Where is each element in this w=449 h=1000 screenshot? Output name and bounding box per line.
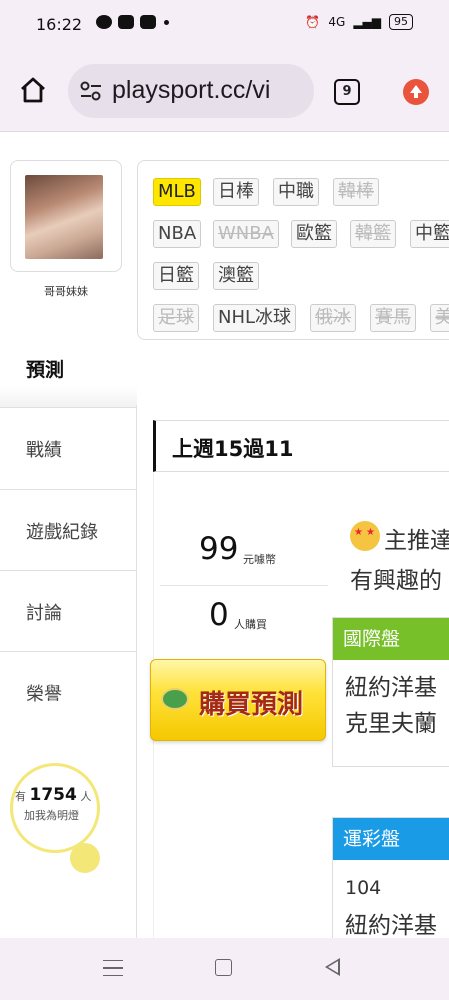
interest-text: 有興趣的 bbox=[350, 568, 442, 594]
record-title: 上週15過11 bbox=[172, 437, 294, 461]
browser-toolbar: playsport.cc/vi 9 bbox=[0, 50, 449, 132]
sidebar-item-predict[interactable]: 預測 bbox=[0, 323, 137, 413]
battery-indicator: 95 bbox=[389, 14, 413, 30]
price-amount: 99 bbox=[199, 531, 239, 567]
buy-prediction-button[interactable]: 購買預測 bbox=[150, 659, 326, 741]
system-navigation-bar bbox=[0, 938, 449, 1000]
follower-count: 有 1754 人 bbox=[15, 785, 91, 805]
home-nav-icon[interactable] bbox=[215, 959, 232, 976]
profile-name: 哥哥妹妹 bbox=[44, 285, 88, 298]
star-eyes-emoji-icon bbox=[350, 521, 380, 551]
team-line: 克里夫蘭 bbox=[345, 711, 437, 737]
alarm-icon: ⏰ bbox=[305, 15, 321, 29]
tag-nhl[interactable]: NHL冰球 bbox=[213, 304, 297, 332]
back-icon[interactable] bbox=[325, 958, 340, 976]
buyer-unit: 人購買 bbox=[234, 618, 267, 631]
page-content: 哥哥妹妹 預測 戰績 遊戲紀錄 討論 榮譽 有 1754 人 加我為明燈 MLB… bbox=[0, 133, 449, 938]
youtube-icon bbox=[140, 15, 156, 29]
sidebar-item-discussion[interactable]: 討論 bbox=[0, 570, 137, 652]
sidebar-divider bbox=[136, 405, 137, 938]
status-bar: 16:22 ⏰ 4G ▂▄▆ 95 bbox=[0, 0, 449, 50]
sidebar-item-honor[interactable]: 榮譽 bbox=[0, 651, 137, 733]
sidebar-item-label: 榮譽 bbox=[26, 684, 62, 705]
home-icon[interactable] bbox=[18, 75, 48, 105]
system-status: ⏰ 4G ▂▄▆ 95 bbox=[305, 14, 413, 30]
url-text: playsport.cc/vi bbox=[112, 76, 271, 104]
sports-tags-panel: MLB 日棒 中職 韓棒 NBA WNBA 歐籃 韓籃 中籃 日籃 澳籃 足球 … bbox=[137, 160, 449, 340]
tag-kbo[interactable]: 韓棒 bbox=[333, 178, 379, 206]
signal-icon: ▂▄▆ bbox=[353, 15, 381, 29]
section-title: 運彩盤 bbox=[333, 818, 449, 860]
tag-cpbl[interactable]: 中職 bbox=[273, 178, 319, 206]
sidebar-item-label: 預測 bbox=[26, 359, 65, 381]
tag-nba[interactable]: NBA bbox=[153, 220, 202, 248]
follower-prefix: 有 bbox=[15, 790, 26, 803]
tag-australia-basketball[interactable]: 澳籃 bbox=[213, 262, 259, 290]
tag-mlb[interactable]: MLB bbox=[153, 178, 201, 206]
update-icon[interactable] bbox=[403, 79, 429, 105]
youtube-icon bbox=[118, 15, 134, 29]
sidebar-item-game-log[interactable]: 遊戲紀錄 bbox=[0, 489, 137, 571]
buyer-count: 0 bbox=[209, 597, 229, 633]
tag-horse-racing[interactable]: 賽馬 bbox=[370, 304, 416, 332]
tag-japan-basketball[interactable]: 日籃 bbox=[153, 262, 199, 290]
signal-label: 4G bbox=[328, 15, 346, 29]
international-odds-section: 國際盤 紐約洋基 克里夫蘭 bbox=[332, 617, 449, 767]
recents-icon[interactable] bbox=[103, 960, 123, 976]
profile-card[interactable] bbox=[10, 160, 122, 272]
status-time: 16:22 bbox=[36, 15, 83, 34]
lottery-odds-section: 運彩盤 104 紐約洋基 bbox=[332, 817, 449, 938]
site-settings-icon[interactable] bbox=[80, 81, 102, 101]
main-pick-text: 主推達 bbox=[384, 528, 449, 554]
tag-npb[interactable]: 日棒 bbox=[213, 178, 259, 206]
tag-korea-basketball[interactable]: 韓籃 bbox=[350, 220, 396, 248]
sidebar-item-label: 遊戲紀錄 bbox=[26, 522, 98, 543]
follower-number: 1754 bbox=[29, 785, 77, 805]
line-app-icon bbox=[96, 15, 112, 29]
tab-switcher-button[interactable]: 9 bbox=[334, 79, 360, 105]
tag-more[interactable]: 美 bbox=[430, 304, 449, 332]
team-line: 紐約洋基 bbox=[345, 675, 437, 701]
game-number: 104 bbox=[345, 877, 382, 899]
section-title: 國際盤 bbox=[333, 618, 449, 660]
address-bar[interactable]: playsport.cc/vi bbox=[68, 64, 314, 118]
tag-russia-hockey[interactable]: 俄冰 bbox=[310, 304, 356, 332]
tag-wnba[interactable]: WNBA bbox=[213, 220, 279, 248]
coin-icon bbox=[161, 688, 189, 710]
more-notifications-icon bbox=[164, 19, 169, 25]
sidebar-item-label: 戰績 bbox=[26, 440, 62, 461]
sidebar-item-record[interactable]: 戰績 bbox=[0, 407, 137, 489]
team-line: 紐約洋基 bbox=[345, 913, 437, 938]
price-unit: 元噱幣 bbox=[243, 553, 276, 566]
avatar bbox=[25, 175, 103, 259]
notification-icons bbox=[96, 15, 169, 29]
follower-suffix: 人 bbox=[80, 790, 92, 803]
divider bbox=[160, 585, 328, 586]
sidebar-item-label: 討論 bbox=[26, 603, 62, 624]
follow-label: 加我為明燈 bbox=[24, 809, 79, 822]
tag-soccer[interactable]: 足球 bbox=[153, 304, 199, 332]
tag-euro-basketball[interactable]: 歐籃 bbox=[291, 220, 337, 248]
record-header: 上週15過11 bbox=[153, 420, 449, 472]
tag-china-basketball[interactable]: 中籃 bbox=[410, 220, 449, 248]
buy-prediction-label: 購買預測 bbox=[199, 690, 304, 720]
